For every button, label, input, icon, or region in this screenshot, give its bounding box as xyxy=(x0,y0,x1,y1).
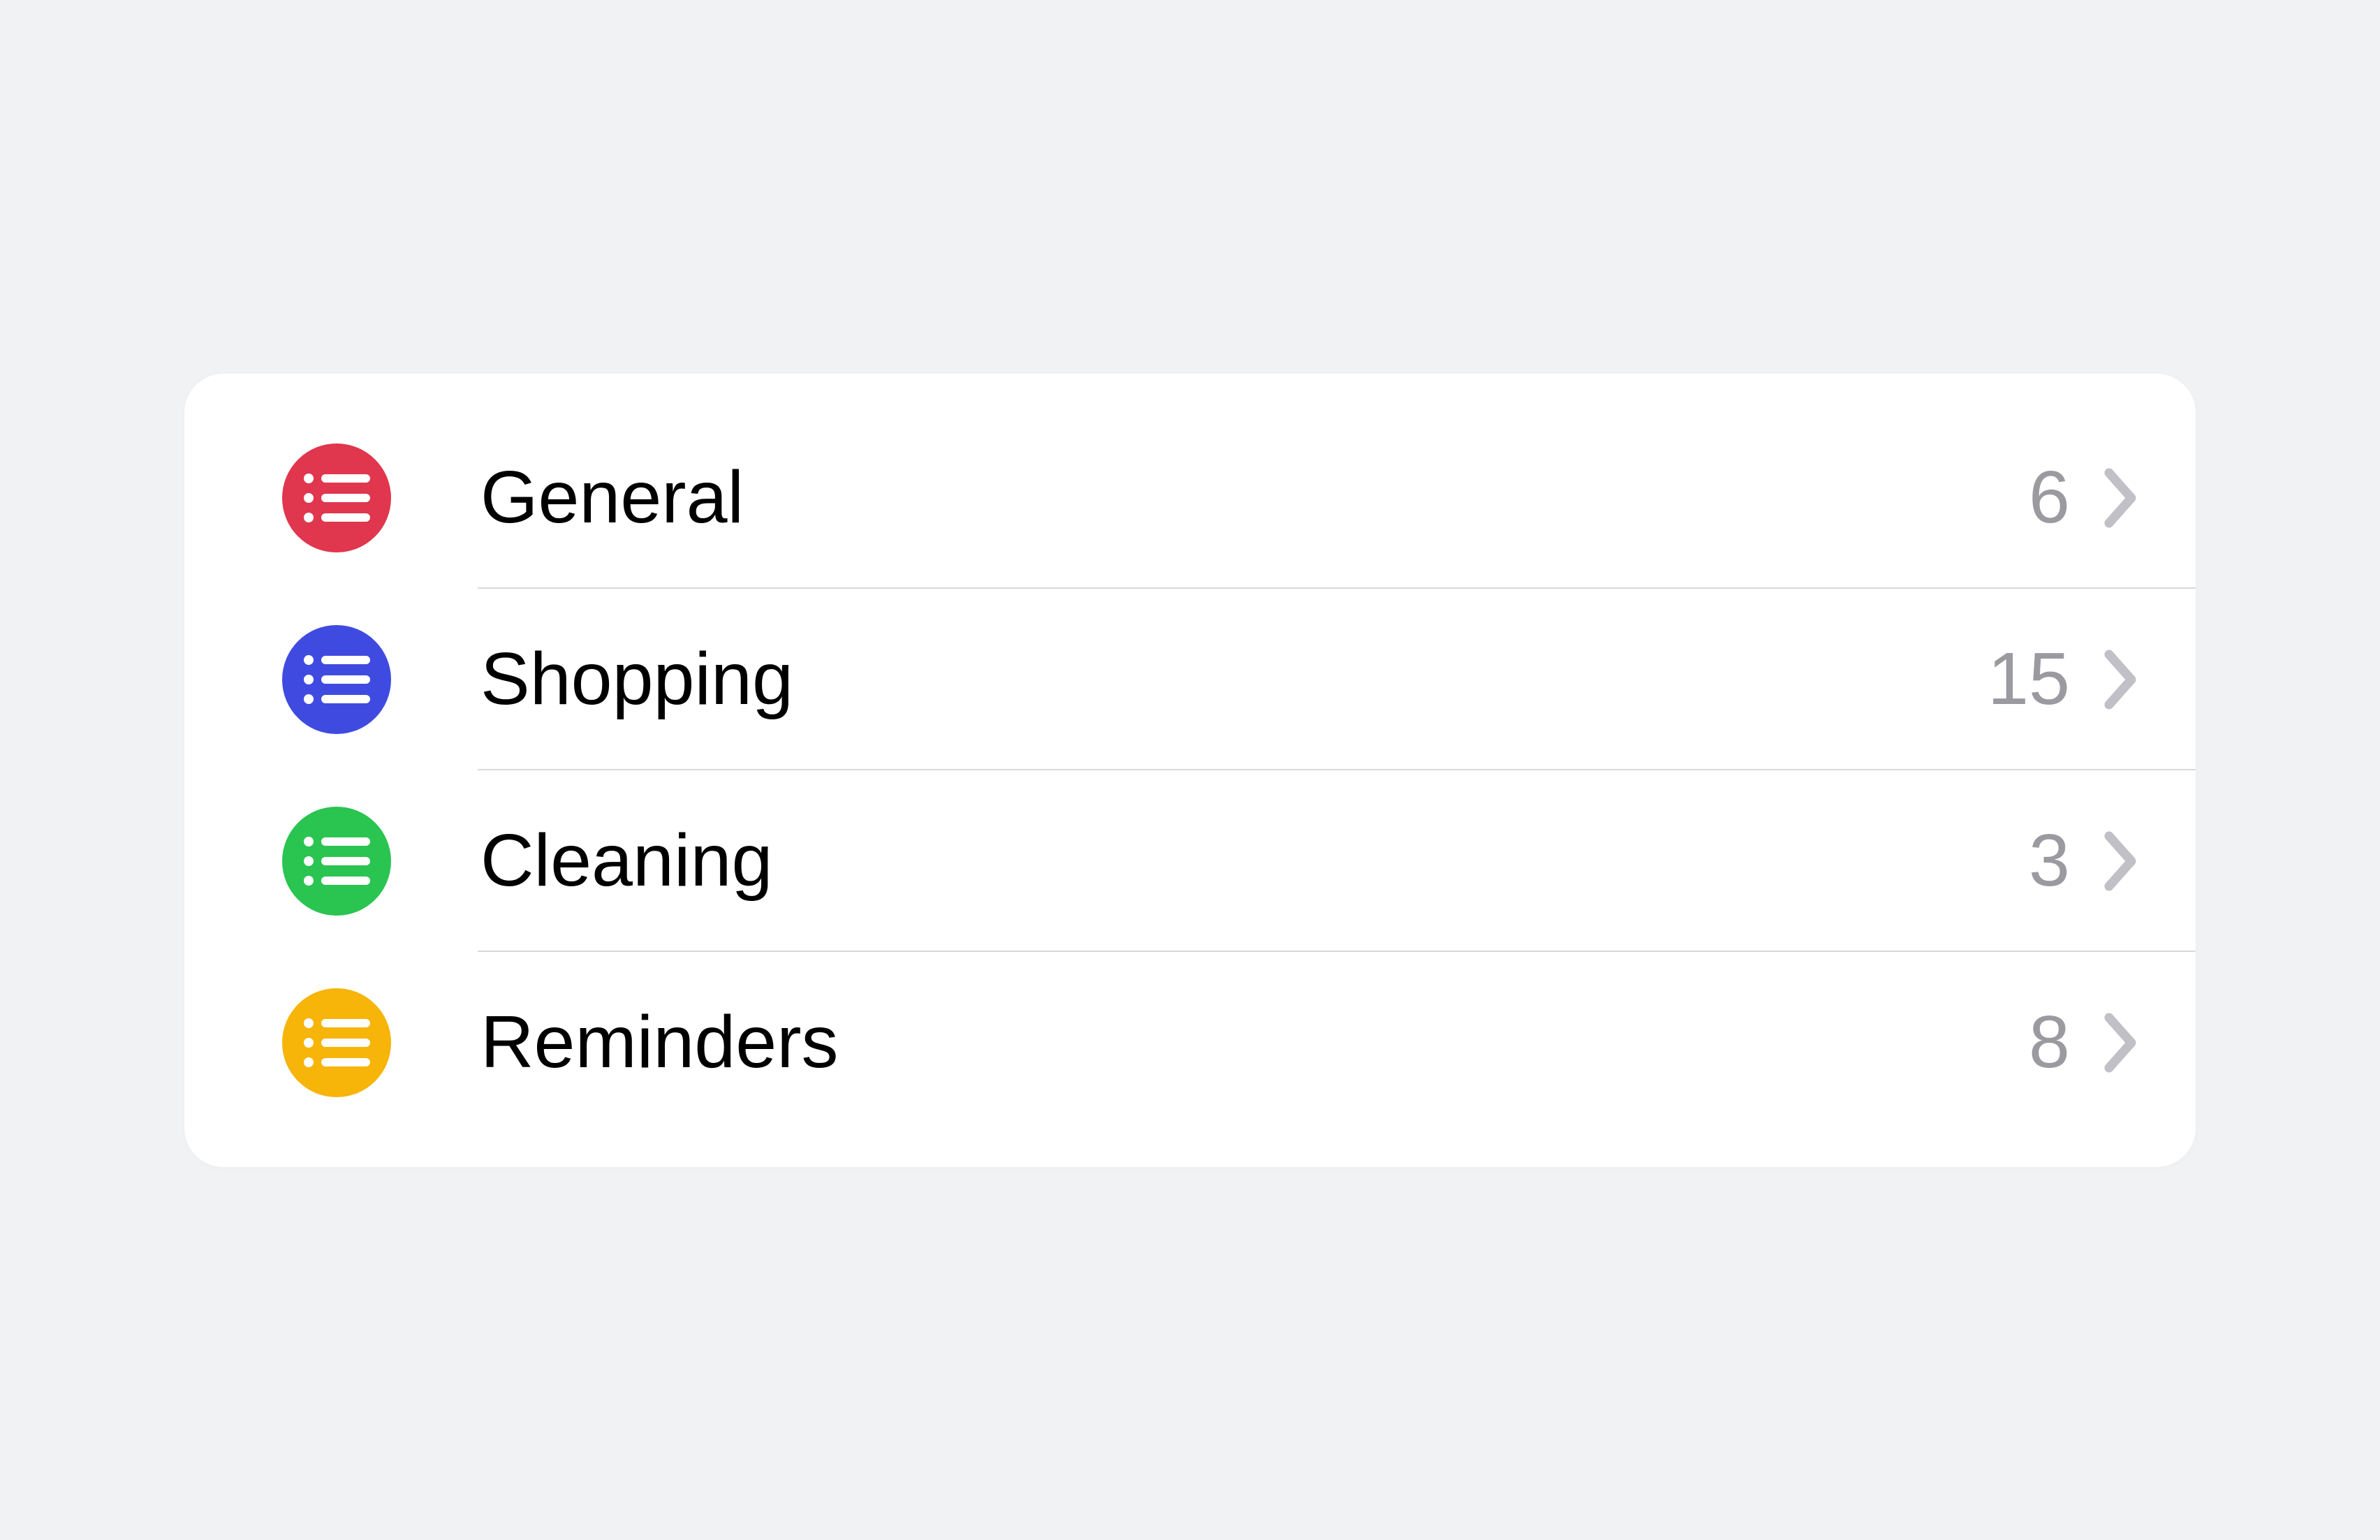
list-row-reminders[interactable]: Reminders 8 xyxy=(184,952,2196,1134)
list-bullet-icon xyxy=(282,625,391,734)
list-count: 8 xyxy=(2029,1000,2070,1085)
chevron-right-icon xyxy=(2103,830,2140,892)
list-count: 6 xyxy=(2029,455,2070,540)
list-row-shopping[interactable]: Shopping 15 xyxy=(184,589,2196,770)
list-label: Shopping xyxy=(480,637,1988,721)
list-row-general[interactable]: General 6 xyxy=(184,407,2196,589)
lists-card: General 6 Shopping 15 xyxy=(184,374,2196,1167)
list-count: 15 xyxy=(1988,637,2070,721)
list-label: Cleaning xyxy=(480,819,2029,903)
chevron-right-icon xyxy=(2103,467,2140,529)
list-count: 3 xyxy=(2029,819,2070,903)
list-label: Reminders xyxy=(480,1000,2029,1085)
chevron-right-icon xyxy=(2103,649,2140,710)
list-label: General xyxy=(480,455,2029,540)
chevron-right-icon xyxy=(2103,1012,2140,1073)
list-bullet-icon xyxy=(282,443,391,552)
list-bullet-icon xyxy=(282,988,391,1097)
list-row-cleaning[interactable]: Cleaning 3 xyxy=(184,770,2196,952)
list-bullet-icon xyxy=(282,807,391,916)
